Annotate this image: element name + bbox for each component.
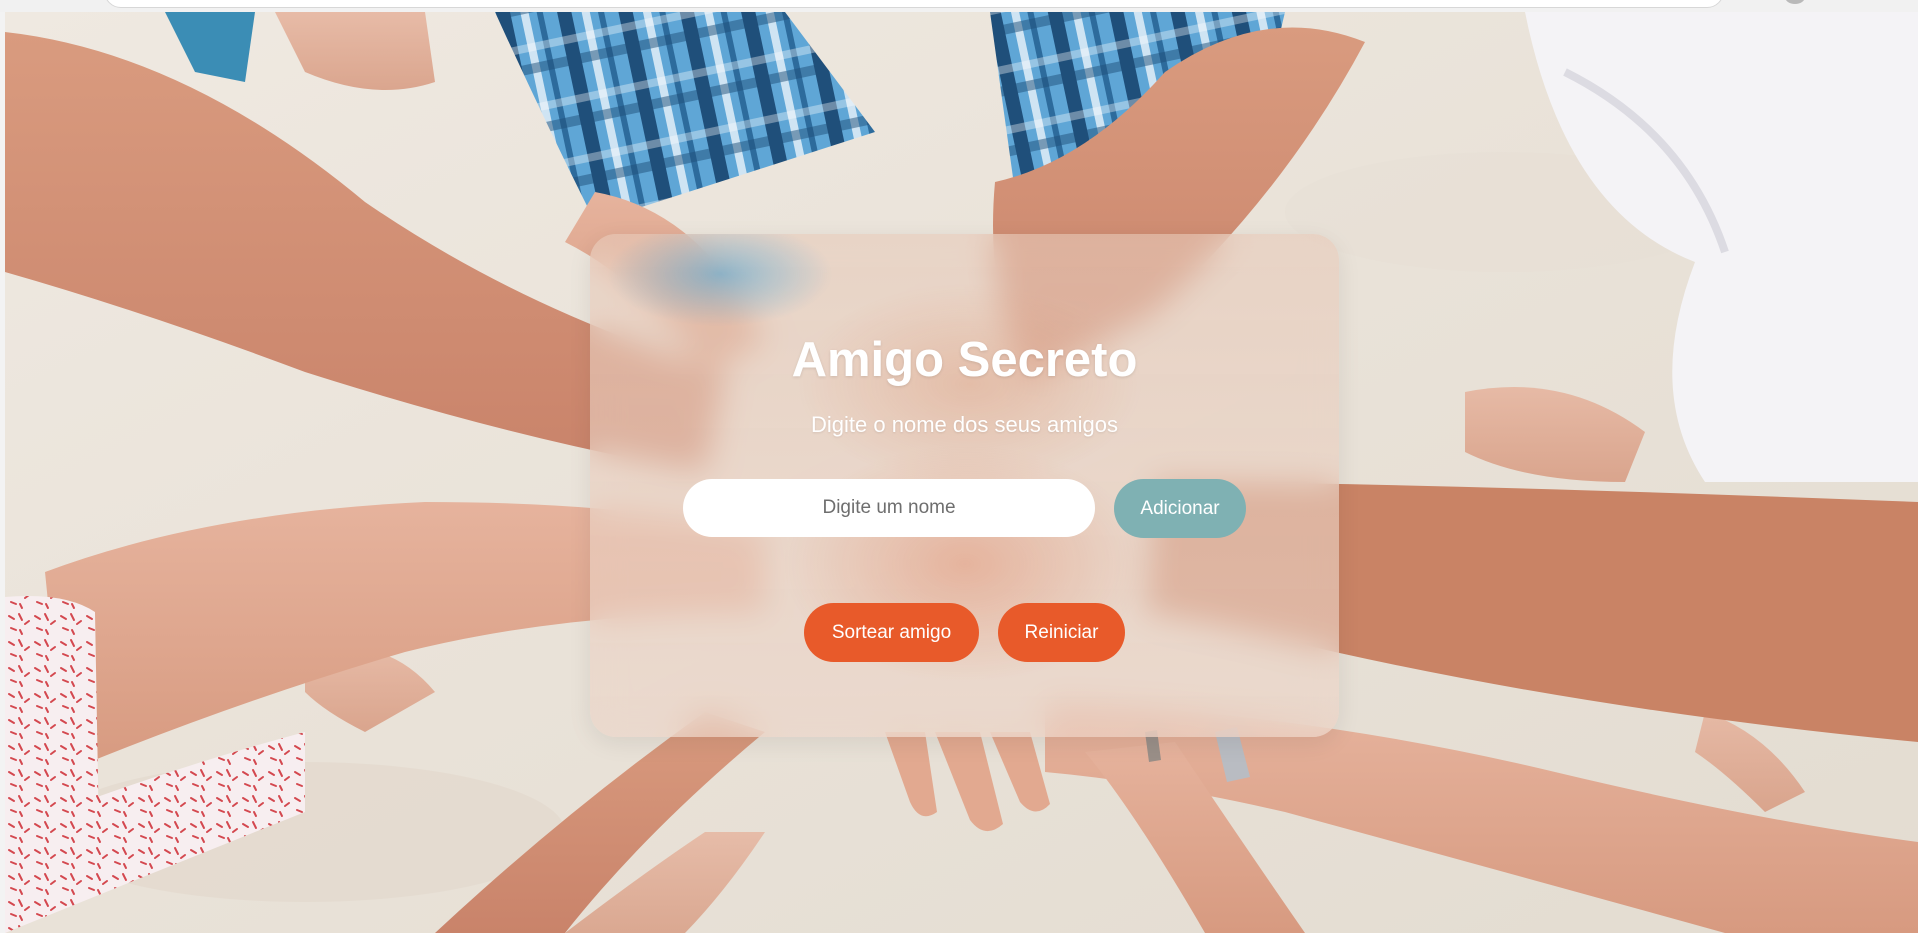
background-photo: Amigo Secreto Digite o nome dos seus ami… <box>5 12 1918 933</box>
page-subtitle: Digite o nome dos seus amigos <box>811 412 1118 437</box>
add-button[interactable]: Adicionar <box>1114 479 1246 538</box>
page-title: Amigo Secreto <box>791 333 1138 387</box>
address-bar[interactable] <box>104 0 1724 8</box>
add-button-label: Adicionar <box>1140 497 1220 519</box>
draw-friend-button-label: Sortear amigo <box>831 621 952 643</box>
name-input[interactable] <box>683 479 1095 537</box>
reset-button[interactable]: Reiniciar <box>998 603 1125 662</box>
browser-toolbar-edge <box>0 0 1918 12</box>
secret-friend-card: Amigo Secreto Digite o nome dos seus ami… <box>590 234 1339 737</box>
profile-icon[interactable] <box>1785 0 1805 4</box>
draw-friend-button[interactable]: Sortear amigo <box>804 603 979 662</box>
reset-button-label: Reiniciar <box>1024 621 1099 643</box>
